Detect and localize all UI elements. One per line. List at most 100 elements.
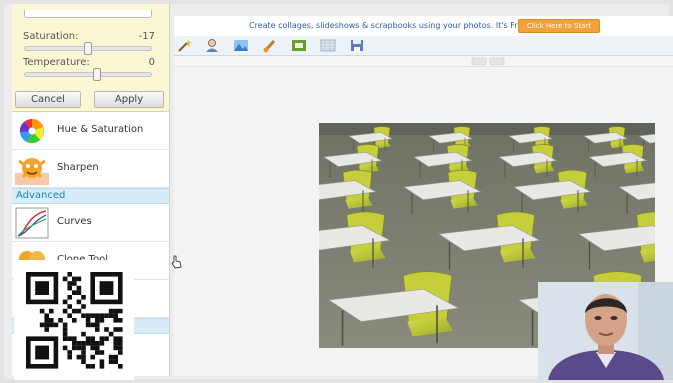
qr-module [85, 322, 91, 328]
wand-icon[interactable] [177, 38, 193, 53]
qr-module [108, 354, 114, 360]
qr-module [76, 354, 82, 360]
qr-module [99, 336, 105, 341]
zoom-controls-icon[interactable] [471, 57, 505, 66]
start-button[interactable]: Click Here to Start [518, 19, 600, 33]
qr-module [39, 322, 45, 328]
saturation-label: Saturation: [23, 31, 79, 42]
qr-code-image [26, 272, 123, 369]
qr-module [118, 345, 123, 351]
save-icon[interactable] [349, 38, 365, 53]
qr-module [72, 318, 77, 323]
qr-module [72, 308, 77, 314]
qr-module [118, 350, 123, 355]
saturation-slider[interactable] [24, 42, 152, 55]
saturation-slider-thumb[interactable] [84, 42, 92, 55]
qr-module [76, 308, 82, 314]
qr-module [85, 364, 91, 369]
saturation-value: -17 [138, 31, 155, 42]
qr-module [85, 318, 91, 323]
qr-module [44, 327, 49, 332]
qr-module [49, 308, 54, 314]
presenter-webcam [538, 282, 673, 380]
qr-module [99, 364, 105, 369]
qr-module [113, 336, 118, 341]
tool-sharpen[interactable]: Sharpen [12, 150, 169, 188]
qr-module [90, 313, 95, 318]
landscape-icon[interactable] [233, 38, 249, 53]
qr-finder-core [99, 281, 114, 295]
qr-module [113, 345, 118, 351]
qr-module [118, 327, 123, 332]
tool-curves[interactable]: Curves [12, 204, 169, 242]
temperature-slider[interactable] [24, 68, 152, 81]
cancel-button[interactable]: Cancel [15, 91, 81, 108]
qr-module [118, 341, 123, 346]
qr-module [81, 341, 86, 346]
qr-module [113, 308, 118, 314]
qr-module [53, 322, 59, 328]
qr-module [81, 331, 86, 337]
qr-module [72, 281, 77, 286]
qr-module [90, 354, 95, 360]
qr-module [118, 308, 123, 314]
qr-module [76, 341, 82, 346]
qr-module [72, 290, 77, 295]
qr-module [90, 364, 95, 369]
qr-module [81, 350, 86, 355]
qr-module [72, 336, 77, 341]
qr-module [81, 313, 86, 318]
tool-hue-saturation[interactable]: Hue & Saturation [12, 112, 169, 150]
qr-module [85, 313, 91, 318]
qr-module [72, 276, 77, 282]
qr-module [95, 345, 100, 351]
frame-icon[interactable] [291, 38, 307, 53]
tool-label: Sharpen [57, 162, 99, 173]
temperature-value: 0 [148, 57, 155, 68]
qr-module [72, 341, 77, 346]
temperature-slider-thumb[interactable] [93, 68, 102, 81]
qr-module [99, 318, 105, 323]
texture-icon[interactable] [320, 38, 336, 53]
qr-module [44, 318, 49, 323]
qr-module [113, 318, 118, 323]
brush-icon[interactable] [262, 38, 278, 53]
qr-module [90, 341, 95, 346]
qr-module [95, 341, 100, 346]
qr-module [49, 322, 54, 328]
qr-module [39, 308, 45, 314]
adjust-section: Saturation: -17 Temperature: 0 Cancel Ap… [12, 4, 169, 112]
qr-module [62, 299, 68, 305]
qr-code [14, 260, 134, 380]
qr-module [113, 327, 118, 332]
qr-module [67, 304, 72, 309]
qr-module [108, 308, 114, 314]
apply-button[interactable]: Apply [94, 91, 164, 108]
qr-module [67, 272, 72, 277]
qr-module [58, 318, 63, 323]
qr-module [44, 322, 49, 328]
qr-module [104, 313, 109, 318]
qr-module [76, 276, 82, 282]
qr-module [95, 318, 100, 323]
qr-module [99, 350, 105, 355]
sharpen-face-icon [15, 158, 49, 185]
qr-module [95, 327, 100, 332]
qr-module [99, 313, 105, 318]
qr-module [44, 313, 49, 318]
qr-module [49, 318, 54, 323]
qr-module [81, 295, 86, 300]
qr-module [95, 322, 100, 328]
qr-finder-core [35, 345, 49, 360]
person-icon[interactable] [204, 38, 220, 53]
qr-module [108, 313, 114, 318]
qr-module [81, 354, 86, 360]
qr-module [62, 327, 68, 332]
previous-slider-edge [24, 10, 152, 18]
zoom-bar [174, 56, 673, 67]
qr-module [95, 313, 100, 318]
qr-module [72, 345, 77, 351]
qr-module [104, 327, 109, 332]
tool-label: Hue & Saturation [57, 124, 144, 135]
qr-module [67, 281, 72, 286]
